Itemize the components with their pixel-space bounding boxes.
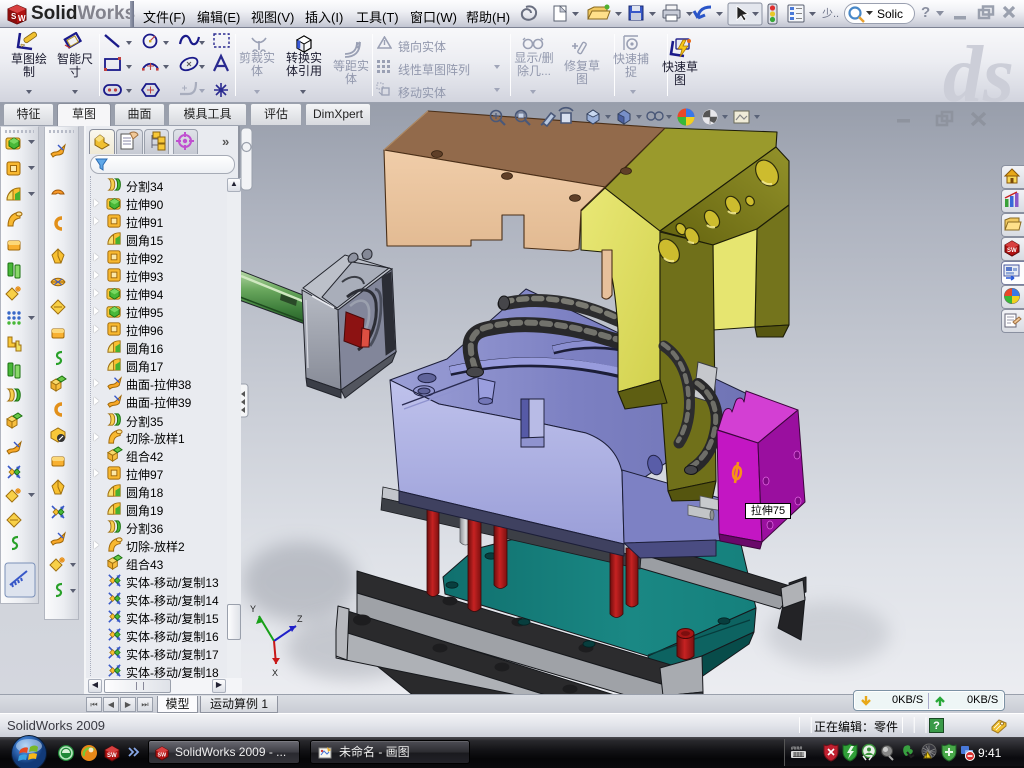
svg-text:Z: Z <box>297 614 303 624</box>
svg-text:少..: 少.. <box>822 7 839 20</box>
svg-text:SW: SW <box>107 753 117 759</box>
svg-text:SW: SW <box>1007 248 1017 254</box>
svg-text:Y: Y <box>250 604 256 614</box>
svg-text:SW: SW <box>158 753 168 759</box>
svg-text:X: X <box>272 668 278 678</box>
svg-text:S: S <box>11 12 17 21</box>
svg-text:W: W <box>18 14 26 23</box>
